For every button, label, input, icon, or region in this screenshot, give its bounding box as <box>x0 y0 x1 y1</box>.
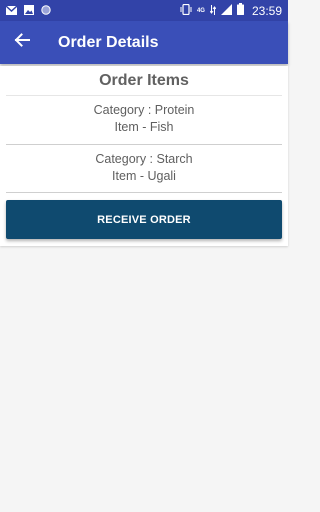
receive-order-button[interactable]: RECEIVE ORDER <box>6 200 282 239</box>
status-left-icons <box>5 2 51 20</box>
back-button[interactable] <box>0 21 44 64</box>
battery-icon <box>236 2 244 20</box>
gmail-icon <box>5 2 18 20</box>
app-bar: Order Details <box>0 21 288 64</box>
item-category: Category : Protein <box>93 103 195 117</box>
arrow-back-icon <box>14 32 30 53</box>
order-items-title: Order Items <box>99 72 189 89</box>
status-right-icons: 4G 23:59 <box>180 2 282 20</box>
network-label: 4G <box>196 7 205 14</box>
network-icon <box>209 2 217 20</box>
item-category: Category : Starch <box>95 152 193 166</box>
status-time: 23:59 <box>251 3 282 18</box>
page-title: Order Details <box>58 33 159 51</box>
list-item: Category : Protein Item - Fish <box>6 96 282 145</box>
item-name: Item - Ugali <box>112 169 176 183</box>
status-bar: 4G 23:59 <box>0 0 288 21</box>
order-items-card: Order Items Category : Protein Item - Fi… <box>0 66 288 246</box>
circle-icon <box>41 2 51 20</box>
item-name: Item - Fish <box>114 120 174 134</box>
vibrate-icon <box>180 2 192 20</box>
image-icon <box>24 2 34 20</box>
signal-icon <box>220 2 232 20</box>
list-item: Category : Starch Item - Ugali <box>6 145 282 193</box>
